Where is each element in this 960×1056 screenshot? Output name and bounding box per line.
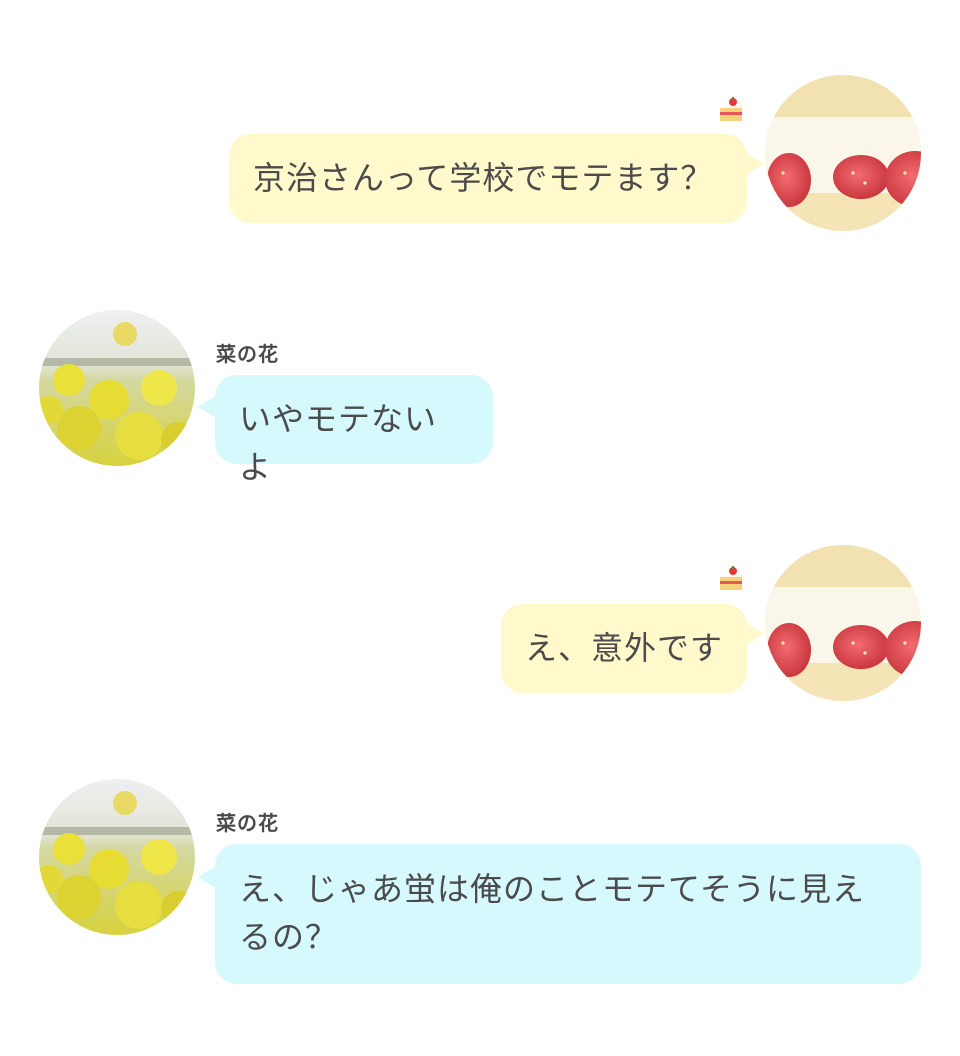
chat-bubble-incoming: いやモテないよ bbox=[215, 375, 493, 486]
message-text: え、意外です bbox=[525, 629, 724, 667]
rapeseed-flower-avatar[interactable] bbox=[39, 310, 195, 466]
bubble-tail bbox=[746, 153, 764, 175]
bubble-tail bbox=[198, 396, 216, 418]
strawberry-sandwich-avatar[interactable] bbox=[765, 75, 921, 231]
sender-name: 菜の花 bbox=[216, 342, 279, 366]
rapeseed-flower-avatar[interactable] bbox=[39, 779, 195, 935]
sender-name: 菜の花 bbox=[216, 811, 279, 835]
shortcake-icon bbox=[718, 566, 744, 592]
message-text: 京治さんって学校でモテます？ bbox=[253, 159, 714, 197]
chat-bubble-incoming: え、じゃあ蛍は俺のことモテてそうに見えるの？ bbox=[215, 844, 921, 984]
bubble-tail bbox=[198, 866, 216, 888]
bubble-tail bbox=[746, 623, 764, 645]
message-text: え、じゃあ蛍は俺のことモテてそうに見えるの？ bbox=[239, 870, 866, 956]
chat-bubble-outgoing: え、意外です bbox=[501, 604, 747, 693]
strawberry-sandwich-avatar[interactable] bbox=[765, 545, 921, 701]
shortcake-icon bbox=[718, 97, 744, 123]
message-text: いやモテないよ bbox=[239, 400, 438, 486]
chat-bubble-outgoing: 京治さんって学校でモテます？ bbox=[229, 134, 747, 223]
